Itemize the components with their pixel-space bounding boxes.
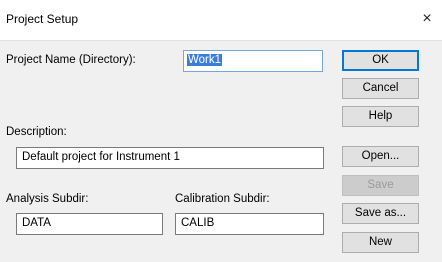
- project-name-value: Work1: [187, 54, 223, 66]
- title-bar: Project Setup ×: [0, 0, 442, 41]
- ok-button[interactable]: OK: [342, 50, 419, 71]
- open-button[interactable]: Open...: [342, 146, 419, 167]
- project-setup-dialog: Project Setup × Project Name (Directory)…: [0, 0, 442, 262]
- project-name-field[interactable]: Work1: [183, 50, 323, 72]
- description-field[interactable]: Default project for Instrument 1: [16, 147, 324, 169]
- save-as-button[interactable]: Save as...: [342, 203, 419, 224]
- description-label: Description:: [6, 126, 67, 138]
- calibration-subdir-label: Calibration Subdir:: [175, 193, 270, 205]
- save-button: Save: [342, 175, 419, 196]
- calibration-subdir-field[interactable]: CALIB: [175, 213, 324, 235]
- new-button[interactable]: New: [342, 232, 419, 253]
- dialog-title: Project Setup: [6, 12, 79, 26]
- project-name-label: Project Name (Directory):: [6, 54, 136, 66]
- close-icon[interactable]: ×: [412, 4, 442, 34]
- analysis-subdir-field[interactable]: DATA: [16, 213, 163, 235]
- cancel-button[interactable]: Cancel: [342, 78, 419, 99]
- dialog-body: Project Name (Directory): Work1 Descript…: [0, 41, 442, 262]
- help-button[interactable]: Help: [342, 106, 419, 127]
- analysis-subdir-label: Analysis Subdir:: [6, 193, 89, 205]
